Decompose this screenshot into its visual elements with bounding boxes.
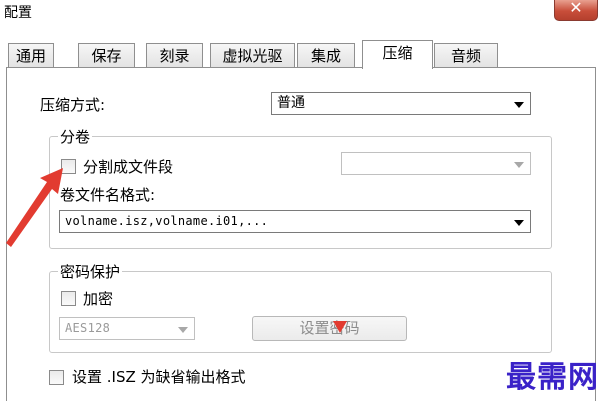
tab-compression[interactable]: 压缩: [362, 40, 433, 69]
watermark-text: 最需网: [506, 360, 599, 395]
annotation-arrow-small: [333, 321, 347, 333]
annotation-arrow-main: [6, 168, 63, 247]
annotation-arrow: [6, 168, 347, 333]
